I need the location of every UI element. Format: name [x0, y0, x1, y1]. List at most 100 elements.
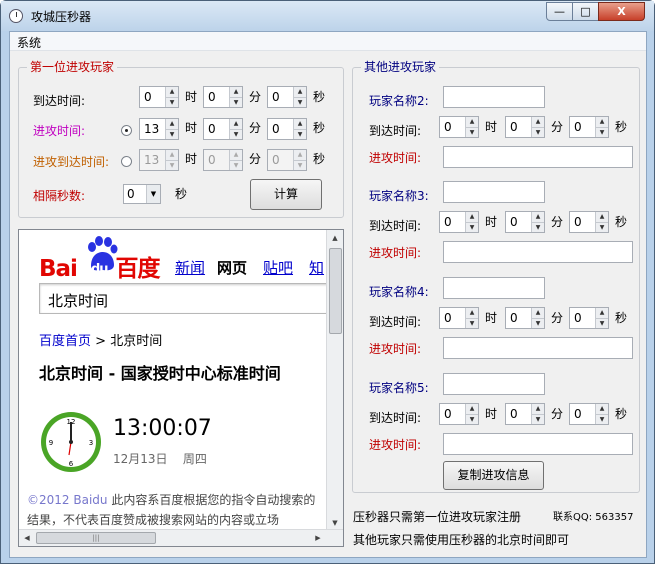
spin-up-icon[interactable]: ▲	[229, 87, 242, 97]
vertical-scroll-thumb[interactable]	[329, 248, 342, 334]
player5-minute-spinner[interactable]: 0 ▲ ▼	[505, 403, 545, 425]
attack-minute-spinner[interactable]: 0 ▲ ▼	[203, 118, 243, 140]
maximize-button[interactable]: □	[572, 2, 599, 21]
interval-seconds-select[interactable]: 0 ▼	[123, 184, 161, 204]
spin-down-icon[interactable]: ▼	[595, 414, 608, 424]
spin-up-icon[interactable]: ▲	[229, 119, 242, 129]
minimize-button[interactable]: —	[546, 2, 573, 21]
spin-up-icon[interactable]: ▲	[465, 212, 478, 222]
spin-down-icon[interactable]: ▼	[165, 97, 178, 107]
spin-down-icon[interactable]: ▼	[531, 127, 544, 137]
spin-down-icon[interactable]: ▼	[465, 414, 478, 424]
spin-up-icon[interactable]: ▲	[595, 308, 608, 318]
spin-down-icon[interactable]: ▼	[293, 160, 306, 170]
close-button[interactable]: X	[598, 2, 645, 21]
spin-up-icon[interactable]: ▲	[531, 212, 544, 222]
player5-name-input[interactable]	[443, 373, 545, 395]
horizontal-scrollbar[interactable]: ◀ ||| ▶	[19, 529, 343, 546]
player2-second-spinner[interactable]: 0 ▲ ▼	[569, 116, 609, 138]
player3-second-spinner[interactable]: 0 ▲ ▼	[569, 211, 609, 233]
spin-up-icon[interactable]: ▲	[165, 150, 178, 160]
nav-web-tab[interactable]: 网页	[217, 257, 247, 278]
horizontal-scroll-thumb[interactable]: |||	[36, 532, 156, 544]
player5-attack-time-field[interactable]	[443, 433, 633, 455]
calculate-button[interactable]: 计算	[250, 179, 322, 210]
spin-down-icon[interactable]: ▼	[531, 222, 544, 232]
arrival-minute-spinner[interactable]: 0 ▲ ▼	[203, 86, 243, 108]
player4-second-value: 0	[574, 311, 582, 325]
spin-up-icon[interactable]: ▲	[595, 212, 608, 222]
scroll-left-icon[interactable]: ◀	[19, 530, 35, 546]
player2-name-input[interactable]	[443, 86, 545, 108]
vertical-scrollbar[interactable]: ▲ ▼	[326, 230, 343, 531]
spin-down-icon[interactable]: ▼	[595, 127, 608, 137]
arrival-hour-spinner[interactable]: 0 ▲ ▼	[139, 86, 179, 108]
baidu-browser-view[interactable]: Bai du 百度 新闻 网页 贴吧 知 北京时间 百度首页 > 北京时间 北京时间…	[18, 229, 344, 547]
result-headline[interactable]: 北京时间 - 国家授时中心标准时间	[39, 360, 281, 384]
scroll-up-icon[interactable]: ▲	[327, 230, 343, 246]
spin-up-icon[interactable]: ▲	[595, 404, 608, 414]
spin-down-icon[interactable]: ▼	[293, 129, 306, 139]
attack-hour-spinner[interactable]: 13 ▲ ▼	[139, 118, 179, 140]
player5-hour-spinner[interactable]: 0 ▲ ▼	[439, 403, 479, 425]
player5-second-spinner[interactable]: 0 ▲ ▼	[569, 403, 609, 425]
spin-down-icon[interactable]: ▼	[465, 222, 478, 232]
crumb-home-link[interactable]: 百度首页	[39, 334, 91, 349]
player4-minute-spinner[interactable]: 0 ▲ ▼	[505, 307, 545, 329]
player2-minute-spinner[interactable]: 0 ▲ ▼	[505, 116, 545, 138]
nav-tieba-link[interactable]: 贴吧	[263, 257, 293, 278]
spin-down-icon[interactable]: ▼	[595, 222, 608, 232]
attack-second-spinner[interactable]: 0 ▲ ▼	[267, 118, 307, 140]
attack-arrival-radio[interactable]	[121, 156, 132, 167]
spin-up-icon[interactable]: ▲	[229, 150, 242, 160]
menu-system[interactable]: 系统	[17, 34, 41, 51]
spin-down-icon[interactable]: ▼	[465, 127, 478, 137]
spin-up-icon[interactable]: ▲	[531, 117, 544, 127]
attack-arrival-hour-spinner[interactable]: 13 ▲ ▼	[139, 149, 179, 171]
player3-hour-spinner[interactable]: 0 ▲ ▼	[439, 211, 479, 233]
spin-up-icon[interactable]: ▲	[293, 119, 306, 129]
registration-note: 压秒器只需第一位进攻玩家注册	[353, 510, 522, 524]
arrival-second-spinner[interactable]: 0 ▲ ▼	[267, 86, 307, 108]
player2-hour-spinner[interactable]: 0 ▲ ▼	[439, 116, 479, 138]
baidu-logo[interactable]: Bai du 百度	[39, 249, 161, 283]
spin-down-icon[interactable]: ▼	[229, 160, 242, 170]
spin-down-icon[interactable]: ▼	[293, 97, 306, 107]
spin-up-icon[interactable]: ▲	[293, 150, 306, 160]
nav-zhidao-link[interactable]: 知	[309, 257, 324, 278]
spin-up-icon[interactable]: ▲	[531, 404, 544, 414]
spin-up-icon[interactable]: ▲	[465, 404, 478, 414]
player3-minute-spinner[interactable]: 0 ▲ ▼	[505, 211, 545, 233]
player4-second-spinner[interactable]: 0 ▲ ▼	[569, 307, 609, 329]
spin-up-icon[interactable]: ▲	[595, 117, 608, 127]
spin-down-icon[interactable]: ▼	[165, 160, 178, 170]
spin-up-icon[interactable]: ▲	[293, 87, 306, 97]
chevron-down-icon[interactable]: ▼	[146, 185, 160, 203]
spin-down-icon[interactable]: ▼	[229, 97, 242, 107]
player2-attack-time-field[interactable]	[443, 146, 633, 168]
spin-down-icon[interactable]: ▼	[595, 318, 608, 328]
spin-up-icon[interactable]: ▲	[165, 87, 178, 97]
player4-hour-spinner[interactable]: 0 ▲ ▼	[439, 307, 479, 329]
player3-attack-time-field[interactable]	[443, 241, 633, 263]
player4-attack-time-field[interactable]	[443, 337, 633, 359]
player4-name-input[interactable]	[443, 277, 545, 299]
spin-down-icon[interactable]: ▼	[229, 129, 242, 139]
spin-down-icon[interactable]: ▼	[531, 414, 544, 424]
spin-up-icon[interactable]: ▲	[531, 308, 544, 318]
title-bar[interactable]: 攻城压秒器 — □ X	[1, 1, 654, 31]
attack-time-radio[interactable]	[121, 125, 132, 136]
spin-up-icon[interactable]: ▲	[465, 117, 478, 127]
attack-arrival-minute-spinner[interactable]: 0 ▲ ▼	[203, 149, 243, 171]
spin-down-icon[interactable]: ▼	[465, 318, 478, 328]
spin-down-icon[interactable]: ▼	[531, 318, 544, 328]
scroll-right-icon[interactable]: ▶	[310, 530, 326, 546]
spin-up-icon[interactable]: ▲	[165, 119, 178, 129]
copy-attack-info-button[interactable]: 复制进攻信息	[443, 461, 544, 490]
spin-up-icon[interactable]: ▲	[465, 308, 478, 318]
player3-name-input[interactable]	[443, 181, 545, 203]
attack-arrival-second-spinner[interactable]: 0 ▲ ▼	[267, 149, 307, 171]
spin-down-icon[interactable]: ▼	[165, 129, 178, 139]
baidu-search-input[interactable]: 北京时间	[39, 283, 329, 314]
nav-news-link[interactable]: 新闻	[175, 257, 205, 278]
